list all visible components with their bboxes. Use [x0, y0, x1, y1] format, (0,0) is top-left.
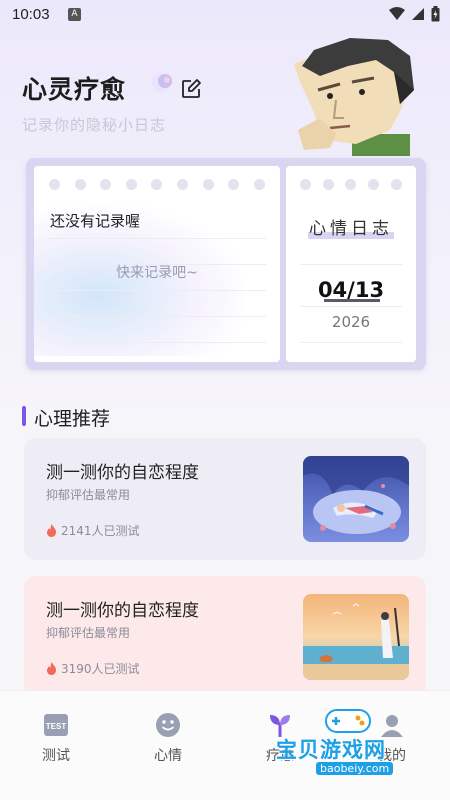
participant-count: 3190人已测试: [46, 660, 140, 677]
notification-icon: A: [68, 8, 81, 21]
notebook-rings: [34, 179, 280, 190]
wifi-icon: [389, 7, 405, 20]
smile-icon: [156, 713, 180, 737]
status-icons: [389, 6, 440, 22]
participant-count-text: 3190人已测试: [61, 662, 140, 676]
mood-log-year: 2026: [331, 313, 371, 331]
nav-item-mood[interactable]: 心情: [128, 711, 208, 765]
diary-card[interactable]: 还没有记录喔 快来记录吧~ 心情日志 04/13 2026: [26, 158, 426, 370]
nav-label-test: 测试: [42, 748, 70, 764]
recommendation-card[interactable]: 测一测你的自恋程度 抑郁评估最常用 3190人已测试: [24, 576, 426, 698]
watermark-text: 宝贝游戏网: [276, 738, 386, 762]
empty-diary-title: 还没有记录喔: [50, 212, 141, 230]
flame-icon: [47, 524, 56, 537]
gamepad-icon: [325, 709, 371, 733]
recommendation-subtitle: 抑郁评估最常用: [46, 488, 131, 502]
mood-log-title: 心情日志: [309, 219, 393, 239]
watermark-url: baobeiy.com: [316, 762, 394, 775]
battery-icon: [431, 6, 440, 22]
add-record-hint[interactable]: 快来记录吧~: [34, 262, 280, 282]
edit-icon[interactable]: [180, 78, 202, 100]
page-title: 心灵疗愈: [22, 75, 127, 104]
recommendation-subtitle: 抑郁评估最常用: [46, 626, 131, 640]
recommendation-title: 测一测你的自恋程度: [46, 463, 199, 483]
recommendation-title: 测一测你的自恋程度: [46, 601, 199, 621]
participant-count-text: 2141人已测试: [61, 524, 140, 538]
svg-text:TEST: TEST: [46, 722, 67, 731]
girl-with-dog-at-beach-illustration: [303, 594, 409, 680]
status-time: 10:03: [12, 6, 50, 23]
bubble-decoration-icon: [152, 74, 172, 92]
section-title: 心理推荐: [34, 408, 111, 430]
nav-item-test[interactable]: TEST 测试: [16, 711, 96, 765]
watermark: 宝贝游戏网 baobeiy.com: [276, 706, 436, 780]
test-icon: TEST: [44, 714, 68, 736]
nav-label-mood: 心情: [154, 748, 182, 764]
status-bar: 10:03 A: [0, 0, 450, 32]
date-underline: [324, 299, 380, 302]
recommendation-card[interactable]: 测一测你的自恋程度 抑郁评估最常用 2141人已测试: [24, 438, 426, 560]
page-subtitle: 记录你的隐秘小日志: [22, 116, 167, 134]
girl-in-flowers-illustration: [303, 456, 409, 542]
participant-count: 2141人已测试: [46, 522, 140, 539]
notebook-rings: [286, 179, 416, 190]
section-accent-bar: [22, 406, 26, 426]
signal-icon: [412, 8, 424, 20]
flame-icon: [47, 662, 56, 675]
diary-notebook-page[interactable]: 还没有记录喔 快来记录吧~: [34, 166, 280, 362]
thinking-man-avatar: [294, 38, 414, 156]
mood-log-page[interactable]: 心情日志 04/13 2026: [286, 166, 416, 362]
